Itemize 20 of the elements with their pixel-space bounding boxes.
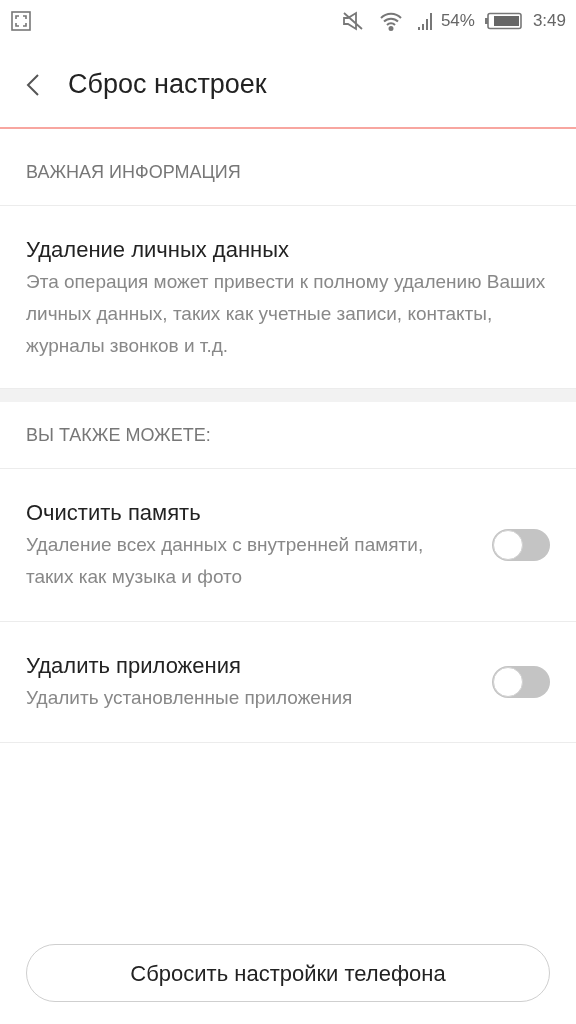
mute-icon xyxy=(340,10,365,32)
battery-icon xyxy=(484,12,523,30)
battery-percent: 54% xyxy=(440,10,475,33)
page-title: Сброс настроек xyxy=(68,68,267,102)
item-description: Удалить установленные приложения xyxy=(26,686,354,710)
wifi-icon xyxy=(378,11,403,31)
signal-icon xyxy=(416,11,435,31)
clock: 3:49 xyxy=(532,10,566,33)
toggle-switch[interactable] xyxy=(492,529,550,561)
item-title: Удалить приложения xyxy=(26,652,242,680)
toggle-switch[interactable] xyxy=(492,666,550,698)
reset-button[interactable]: Сбросить настройки телефона xyxy=(26,944,550,1002)
item-title: Очистить память xyxy=(26,499,202,527)
section-heading: ВЫ ТАКЖЕ МОЖЕТЕ: xyxy=(26,423,211,447)
item-title: Удаление личных данных xyxy=(26,236,291,264)
item-description: Удаление всех данных с внутренней памяти, таких как музыка и фото xyxy=(26,533,425,589)
section-heading: ВАЖНАЯ ИНФОРМАЦИЯ xyxy=(26,160,241,184)
item-description: Эта операция может привести к полному удалению Ваших личных данных, таких как учетные записи, контакты, журналы звонков и т.д. xyxy=(26,270,547,358)
back-icon xyxy=(26,72,40,97)
screenshot-icon xyxy=(10,10,32,32)
